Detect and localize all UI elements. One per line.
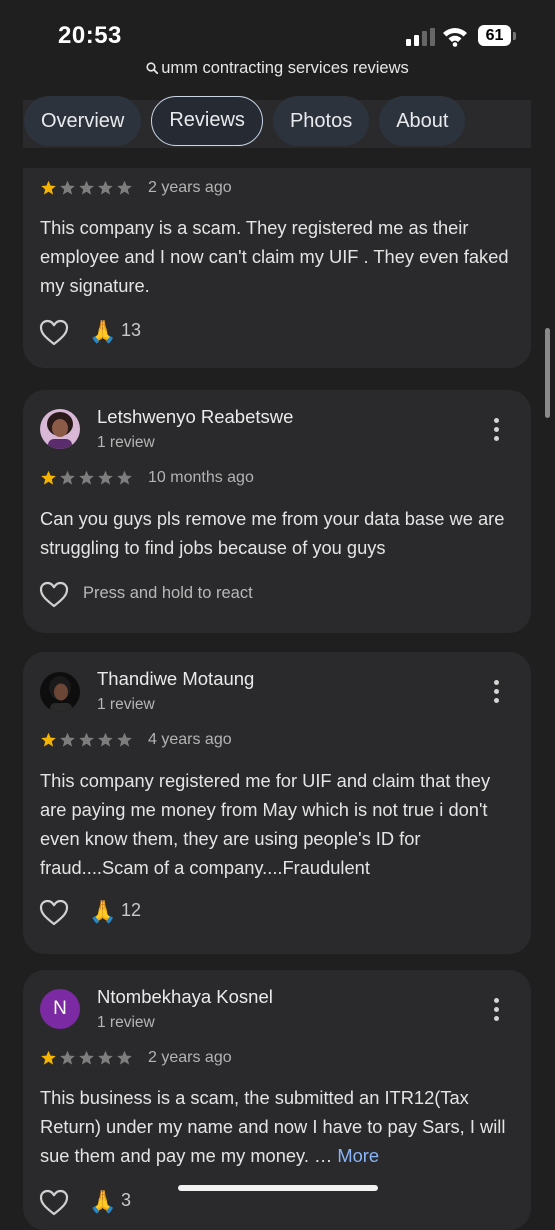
star-empty-icon [60, 732, 75, 747]
place-tabs: Overview Reviews Photos About [24, 96, 466, 146]
review-text-body: This business is a scam, the submitted a… [40, 1087, 506, 1166]
scrollbar[interactable] [545, 328, 550, 418]
star-filled-icon [41, 732, 56, 747]
review-text: Can you guys pls remove me from your dat… [40, 508, 505, 558]
search-query-text: umm contracting services reviews [161, 59, 409, 77]
home-indicator[interactable] [178, 1185, 378, 1191]
star-filled-icon [41, 180, 56, 195]
star-empty-icon [60, 470, 75, 485]
star-filled-icon [41, 1050, 56, 1065]
star-empty-icon [79, 470, 94, 485]
reaction-count: 13 [121, 320, 142, 340]
star-rating [40, 470, 133, 486]
review-card: Thandiwe Motaung 1 review 4 years ago Th… [23, 652, 531, 954]
reviewer-review-count: 1 review [97, 696, 155, 713]
star-empty-icon [79, 1050, 94, 1065]
star-rating [40, 1050, 133, 1066]
reviewer-review-count: 1 review [97, 434, 155, 451]
star-filled-icon [41, 470, 56, 485]
pray-emoji-reaction[interactable]: 🙏 [89, 898, 116, 926]
more-options-icon[interactable] [489, 418, 503, 444]
star-empty-icon [117, 1050, 132, 1065]
star-empty-icon [79, 732, 94, 747]
star-empty-icon [98, 1050, 113, 1065]
reviewer-name[interactable]: Letshwenyo Reabetswe [97, 406, 293, 428]
reviewer-name[interactable]: Ntombekhaya Kosnel [97, 986, 273, 1008]
more-link[interactable]: More [337, 1145, 379, 1166]
wifi-icon [443, 28, 467, 47]
avatar[interactable] [40, 409, 80, 449]
tab-photos[interactable]: Photos [272, 96, 370, 146]
status-time: 20:53 [58, 22, 122, 49]
pray-emoji-reaction[interactable]: 🙏 [89, 1188, 116, 1216]
search-query-bar[interactable]: umm contracting services reviews [0, 59, 555, 78]
star-rating [40, 180, 133, 196]
review-text: This company is a scam. They registered … [40, 217, 509, 296]
review-text: This business is a scam, the submitted a… [40, 1083, 520, 1170]
star-empty-icon [117, 180, 132, 195]
search-icon [146, 62, 159, 74]
star-empty-icon [98, 732, 113, 747]
reviewer-name[interactable]: Thandiwe Motaung [97, 668, 254, 690]
reviewer-review-count: 1 review [97, 1014, 155, 1031]
star-rating [40, 732, 133, 748]
avatar[interactable] [40, 672, 80, 712]
review-date: 2 years ago [148, 1049, 232, 1066]
review-card: N Ntombekhaya Kosnel 1 review 2 years ag… [23, 970, 531, 1230]
tab-reviews[interactable]: Reviews [151, 96, 263, 146]
heart-icon[interactable] [39, 1188, 69, 1216]
star-empty-icon [60, 180, 75, 195]
review-date: 4 years ago [148, 731, 232, 748]
star-empty-icon [117, 732, 132, 747]
tab-overview[interactable]: Overview [24, 96, 142, 146]
react-hint: Press and hold to react [83, 584, 253, 602]
star-empty-icon [98, 180, 113, 195]
review-text: This company registered me for UIF and c… [40, 770, 491, 878]
battery-level: 61 [478, 25, 511, 46]
heart-icon[interactable] [39, 898, 69, 926]
avatar[interactable]: N [40, 989, 80, 1029]
star-empty-icon [60, 1050, 75, 1065]
pray-emoji-reaction[interactable]: 🙏 [89, 318, 116, 346]
heart-icon[interactable] [39, 318, 69, 346]
tab-about[interactable]: About [379, 96, 466, 146]
star-empty-icon [117, 470, 132, 485]
star-empty-icon [79, 180, 94, 195]
reaction-count: 3 [121, 1190, 132, 1210]
star-empty-icon [98, 470, 113, 485]
more-options-icon[interactable] [489, 680, 503, 706]
cellular-signal-icon [406, 28, 435, 46]
review-card: Letshwenyo Reabetswe 1 review 10 months … [23, 390, 531, 633]
status-bar: 20:53 61 [0, 0, 555, 60]
reaction-count: 12 [121, 900, 142, 920]
battery-icon: 61 [478, 25, 516, 47]
review-date: 2 years ago [148, 179, 232, 196]
review-date: 10 months ago [148, 469, 254, 486]
heart-icon[interactable] [39, 580, 69, 608]
more-options-icon[interactable] [489, 998, 503, 1024]
